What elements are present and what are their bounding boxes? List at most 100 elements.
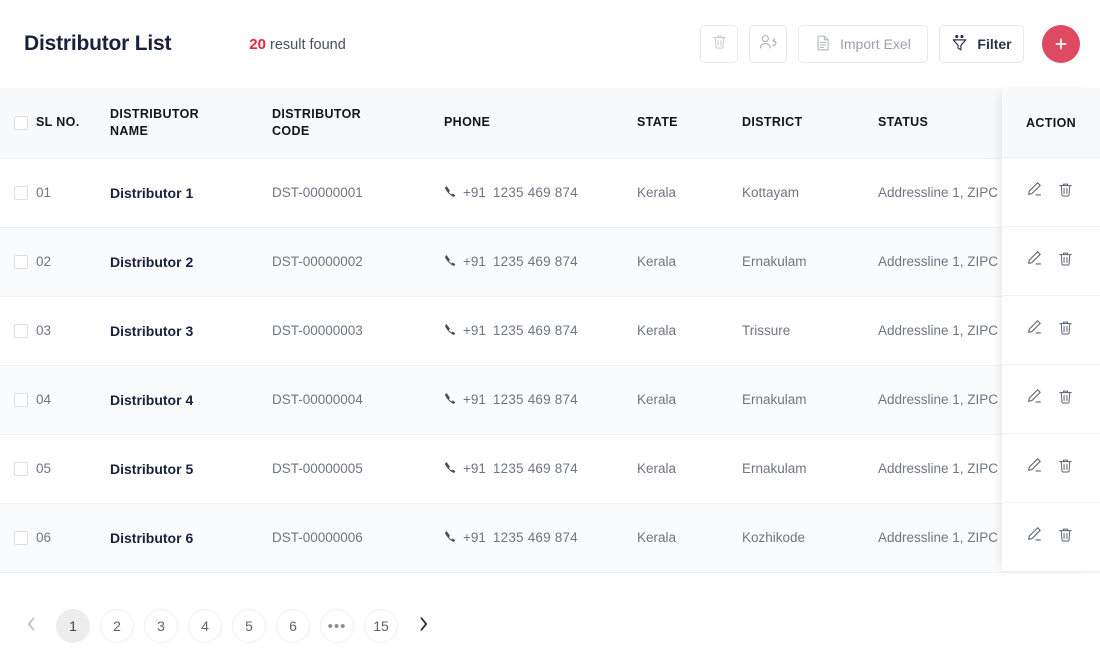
row-actions [1002, 503, 1100, 572]
column-label-state: STATE [637, 115, 678, 130]
phone-country-code: +91 [463, 530, 486, 545]
phone-country-code: +91 [463, 185, 486, 200]
phone-number: 1235 469 874 [492, 323, 578, 338]
column-label-status: STATUS [878, 115, 929, 130]
chevron-left-icon [26, 616, 37, 637]
table-head: SL NO. DISTRIBUTOR NAME DISTRIBUTOR CODE [0, 88, 1100, 159]
table-row[interactable]: 02 Distributor 2 DST-00000002 +91 1235 4… [0, 227, 1100, 297]
cell-state: Kerala [637, 158, 742, 228]
pencil-edit-icon[interactable] [1026, 250, 1043, 272]
phone-icon [444, 392, 456, 407]
row-checkbox[interactable] [14, 254, 28, 269]
cell-phone: +91 1235 469 874 [444, 296, 637, 366]
pagination-next-button[interactable] [408, 609, 438, 643]
filter-button[interactable]: Filter [939, 25, 1024, 63]
pencil-edit-icon[interactable] [1026, 526, 1043, 548]
row-actions [1002, 365, 1100, 434]
row-actions [1002, 227, 1100, 296]
plus-icon [1053, 36, 1069, 52]
pagination-page-15[interactable]: 15 [364, 609, 398, 643]
trash-icon[interactable] [1057, 457, 1074, 480]
pencil-edit-icon[interactable] [1026, 181, 1043, 203]
pagination-page-5[interactable]: 5 [232, 609, 266, 643]
phone-icon [444, 323, 456, 338]
row-checkbox[interactable] [14, 392, 28, 407]
cell-district: Ernakulam [742, 434, 878, 504]
trash-icon[interactable] [1057, 250, 1074, 273]
table-row[interactable]: 04 Distributor 4 DST-00000004 +91 1235 4… [0, 365, 1100, 435]
pagination-page-2[interactable]: 2 [100, 609, 134, 643]
table-header-row: SL NO. DISTRIBUTOR NAME DISTRIBUTOR CODE [0, 88, 1100, 159]
column-header-phone[interactable]: PHONE [444, 88, 637, 159]
cell-state: Kerala [637, 503, 742, 573]
result-count: 20 [249, 35, 266, 53]
column-header-distributor-name[interactable]: DISTRIBUTOR NAME [110, 88, 272, 159]
cell-distributor-name: Distributor 3 [110, 296, 272, 366]
pencil-edit-icon[interactable] [1026, 457, 1043, 479]
column-label-distributor-code-1: DISTRIBUTOR [272, 106, 362, 121]
distributor-table: SL NO. DISTRIBUTOR NAME DISTRIBUTOR CODE [0, 88, 1100, 573]
cell-state: Kerala [637, 434, 742, 504]
phone-number: 1235 469 874 [492, 530, 578, 545]
cell-distributor-code: DST-00000006 [272, 503, 444, 573]
phone-country-code: +91 [463, 461, 486, 476]
add-distributor-button[interactable] [1042, 25, 1080, 63]
phone-country-code: +91 [463, 323, 486, 338]
row-checkbox[interactable] [14, 323, 28, 338]
table-row[interactable]: 06 Distributor 6 DST-00000006 +91 1235 4… [0, 503, 1100, 573]
phone-number: 1235 469 874 [492, 461, 578, 476]
trash-icon[interactable] [1057, 319, 1074, 342]
cell-state: Kerala [637, 296, 742, 366]
cell-district: Trissure [742, 296, 878, 366]
table-row[interactable]: 03 Distributor 3 DST-00000003 +91 1235 4… [0, 296, 1100, 366]
pagination-page-6[interactable]: 6 [276, 609, 310, 643]
trash-icon[interactable] [1057, 388, 1074, 411]
row-checkbox[interactable] [14, 461, 28, 476]
pencil-edit-icon[interactable] [1026, 388, 1043, 410]
cell-distributor-name: Distributor 6 [110, 503, 272, 573]
delete-selected-button[interactable] [700, 25, 738, 63]
table-row[interactable]: 05 Distributor 5 DST-00000005 +91 1235 4… [0, 434, 1100, 504]
import-excel-label: Import Exel [840, 36, 911, 52]
column-label-district: DISTRICT [742, 115, 803, 130]
select-all-header [0, 88, 36, 159]
cell-state: Kerala [637, 365, 742, 435]
row-select-cell [0, 296, 36, 366]
row-actions [1002, 434, 1100, 503]
column-header-distributor-code[interactable]: DISTRIBUTOR CODE [272, 88, 444, 159]
pagination-page-3[interactable]: 3 [144, 609, 178, 643]
column-header-district[interactable]: DISTRICT [742, 88, 878, 159]
funnel-icon [951, 34, 968, 55]
cell-sl-no: 05 [36, 434, 110, 504]
table-row[interactable]: 01 Distributor 1 DST-00000001 +91 1235 4… [0, 158, 1100, 228]
trash-icon[interactable] [1057, 526, 1074, 549]
pagination-ellipsis[interactable]: ••• [320, 609, 354, 643]
pagination-page-1[interactable]: 1 [56, 609, 90, 643]
cell-district: Ernakulam [742, 365, 878, 435]
select-all-checkbox[interactable] [14, 115, 28, 130]
document-icon [815, 34, 831, 55]
column-header-sl-no[interactable]: SL NO. [36, 88, 110, 159]
column-header-state[interactable]: STATE [637, 88, 742, 159]
pencil-edit-icon[interactable] [1026, 319, 1043, 341]
column-header-status[interactable]: STATUS [878, 88, 1048, 159]
page-header: Distributor List 20 result found Import … [0, 0, 1100, 88]
phone-number: 1235 469 874 [492, 392, 578, 407]
cell-distributor-name: Distributor 4 [110, 365, 272, 435]
row-checkbox[interactable] [14, 530, 28, 545]
cell-phone: +91 1235 469 874 [444, 503, 637, 573]
cell-sl-no: 02 [36, 227, 110, 297]
phone-number: 1235 469 874 [492, 254, 578, 269]
cell-distributor-code: DST-00000003 [272, 296, 444, 366]
row-actions [1002, 296, 1100, 365]
row-select-cell [0, 503, 36, 573]
trash-icon[interactable] [1057, 181, 1074, 204]
import-excel-button[interactable]: Import Exel [798, 25, 928, 63]
column-header-action [1048, 88, 1100, 159]
pagination-page-4[interactable]: 4 [188, 609, 222, 643]
cell-sl-no: 01 [36, 158, 110, 228]
cell-distributor-code: DST-00000004 [272, 365, 444, 435]
pagination-prev-button[interactable] [16, 609, 46, 643]
assign-user-button[interactable] [749, 25, 787, 63]
row-checkbox[interactable] [14, 185, 28, 200]
